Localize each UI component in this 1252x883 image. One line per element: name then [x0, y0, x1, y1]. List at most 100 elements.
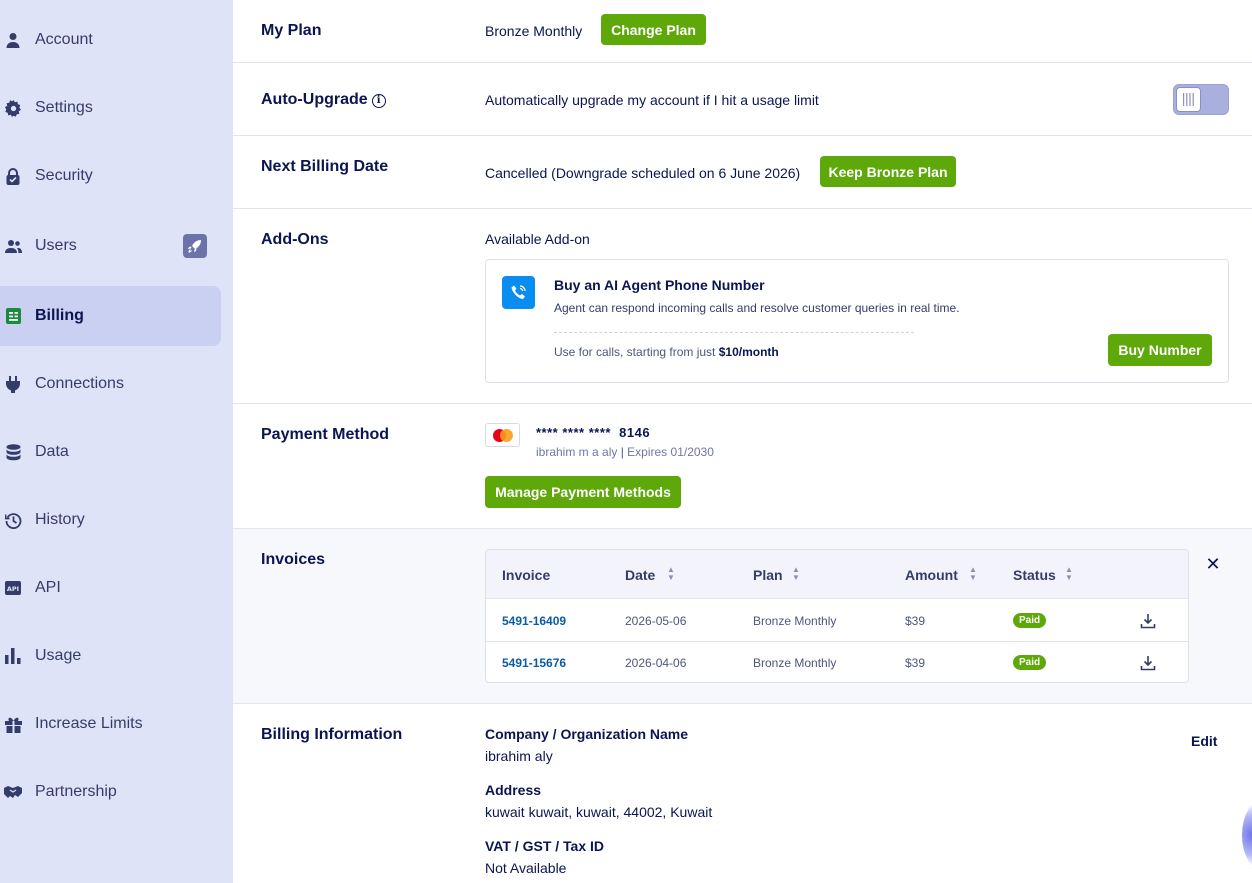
history-icon	[4, 511, 22, 529]
invoice-link[interactable]: 5491-15676	[502, 656, 566, 670]
invoice-date: 2026-05-06	[625, 614, 687, 628]
users-icon	[4, 237, 22, 255]
sidebar-item-partnership[interactable]: Partnership	[0, 762, 221, 822]
sidebar-item-label: Connections	[35, 375, 124, 392]
sidebar-item-data[interactable]: Data	[0, 422, 221, 482]
card-mask: **** **** ****	[536, 425, 611, 440]
sidebar-item-users[interactable]: Users	[0, 216, 221, 276]
column-header-plan[interactable]: Plan	[753, 567, 783, 583]
sidebar-item-label: Partnership	[35, 783, 117, 800]
invoice-plan: Bronze Monthly	[753, 656, 837, 670]
invoice-amount: $39	[905, 614, 926, 628]
invoice-plan: Bronze Monthly	[753, 614, 837, 628]
phone-icon	[502, 276, 535, 309]
sort-icon[interactable]: ▲ ▼	[1064, 566, 1074, 582]
sort-icon[interactable]: ▲ ▼	[968, 566, 978, 582]
gift-icon	[4, 715, 22, 733]
sidebar-item-connections[interactable]: Connections	[0, 354, 221, 414]
edit-billing-button[interactable]: Edit	[1191, 733, 1217, 749]
status-badge: Paid	[1013, 655, 1047, 670]
section-title: Billing Information	[261, 726, 403, 743]
card-last4: 8146	[619, 425, 651, 440]
lock-icon	[4, 167, 22, 185]
company-label: Company / Organization Name	[485, 726, 689, 742]
sidebar-item-label: Billing	[35, 307, 84, 324]
plan-name: Bronze Monthly	[485, 23, 583, 39]
rocket-icon[interactable]	[183, 234, 207, 258]
bar-chart-icon	[4, 647, 22, 665]
toggle-knob	[1176, 87, 1201, 112]
sidebar-item-label: Security	[35, 167, 93, 184]
addon-card: Buy an AI Agent Phone Number Agent can r…	[485, 259, 1229, 383]
billing-main: My Plan Bronze Monthly Change Plan Auto-…	[233, 0, 1252, 883]
gear-icon	[4, 99, 22, 117]
sidebar-item-label: Usage	[35, 647, 82, 664]
addon-title: Buy an AI Agent Phone Number	[554, 277, 765, 293]
auto-upgrade-description: Automatically upgrade my account if I hi…	[485, 92, 819, 108]
sidebar-item-api[interactable]: API API	[0, 558, 221, 618]
manage-payment-methods-button[interactable]: Manage Payment Methods	[485, 476, 681, 508]
download-icon[interactable]	[1140, 613, 1156, 629]
status-badge: Paid	[1013, 613, 1047, 628]
table-header: Invoice Date ▲ ▼ Plan ▲ ▼ Amount ▲ ▼ Status…	[486, 550, 1188, 599]
change-plan-button[interactable]: Change Plan	[601, 14, 706, 45]
addon-price: Use for calls, starting from just $10/mo…	[554, 345, 779, 359]
company-value: ibrahim aly	[485, 748, 553, 764]
sidebar-item-settings[interactable]: Settings	[0, 78, 221, 138]
addon-price-value: $10/month	[718, 345, 779, 359]
divider	[554, 332, 914, 333]
vat-label: VAT / GST / Tax ID	[485, 838, 605, 854]
addon-price-prefix: Use for calls, starting from just	[554, 345, 716, 359]
column-header-status[interactable]: Status	[1013, 567, 1056, 583]
invoice-link[interactable]: 5491-16409	[502, 614, 566, 628]
next-billing-section: Next Billing Date Cancelled (Downgrade s…	[233, 136, 1252, 209]
my-plan-section: My Plan Bronze Monthly Change Plan	[233, 0, 1252, 63]
section-title: Payment Method	[261, 426, 390, 443]
download-icon[interactable]	[1140, 655, 1156, 671]
close-icon[interactable]: ✕	[1205, 555, 1221, 573]
invoices-table: Invoice Date ▲ ▼ Plan ▲ ▼ Amount ▲ ▼ Status…	[485, 549, 1189, 683]
column-header-invoice: Invoice	[502, 567, 551, 583]
next-billing-status: Cancelled (Downgrade scheduled on 6 June…	[485, 165, 801, 181]
sidebar-item-account[interactable]: Account	[0, 10, 221, 70]
sidebar-item-history[interactable]: History	[0, 490, 221, 550]
api-icon: API	[4, 579, 22, 597]
section-title: My Plan	[261, 22, 322, 39]
sidebar-item-usage[interactable]: Usage	[0, 626, 221, 686]
sidebar-item-label: Data	[35, 443, 69, 460]
sidebar-item-increase-limits[interactable]: Increase Limits	[0, 694, 221, 754]
buy-number-button[interactable]: Buy Number	[1108, 334, 1212, 366]
section-title: Invoices	[261, 551, 326, 568]
sidebar: Account Settings Security Users Billing …	[0, 0, 233, 883]
address-value: kuwait kuwait, kuwait, 44002, Kuwait	[485, 804, 713, 820]
sidebar-item-label: Increase Limits	[35, 715, 143, 732]
plug-icon	[4, 375, 22, 393]
keep-plan-button[interactable]: Keep Bronze Plan	[820, 156, 956, 187]
sidebar-item-label: API	[35, 579, 61, 596]
billing-icon	[4, 307, 22, 325]
card-expiry: Expires 01/2030	[627, 445, 714, 459]
addons-subtitle: Available Add-on	[485, 231, 590, 247]
auto-upgrade-toggle[interactable]	[1173, 84, 1229, 115]
handshake-icon	[4, 783, 22, 801]
svg-text:API: API	[7, 585, 19, 593]
sidebar-item-label: History	[35, 511, 85, 528]
payment-method-section: Payment Method Manage Payment Methods	[233, 404, 1252, 529]
user-icon	[4, 31, 22, 49]
vat-value: Not Available	[485, 860, 567, 876]
auto-upgrade-title: Auto-Upgrade	[261, 91, 368, 108]
sidebar-item-security[interactable]: Security	[0, 146, 221, 206]
sidebar-item-billing[interactable]: Billing	[0, 286, 221, 346]
section-title: Auto-Upgrade i	[261, 91, 386, 109]
address-label: Address	[485, 782, 542, 798]
invoice-amount: $39	[905, 656, 926, 670]
sidebar-item-label: Account	[35, 31, 93, 48]
column-header-date[interactable]: Date	[625, 567, 655, 583]
sort-icon[interactable]: ▲ ▼	[791, 566, 801, 582]
sort-icon[interactable]: ▲ ▼	[666, 566, 676, 582]
card-meta: ibrahim m a aly | Expires 01/2030	[536, 445, 714, 459]
info-icon[interactable]: i	[371, 93, 386, 108]
card-number: **** **** **** 8146	[536, 425, 650, 440]
section-title: Add-Ons	[261, 231, 329, 248]
column-header-amount[interactable]: Amount	[905, 567, 958, 583]
